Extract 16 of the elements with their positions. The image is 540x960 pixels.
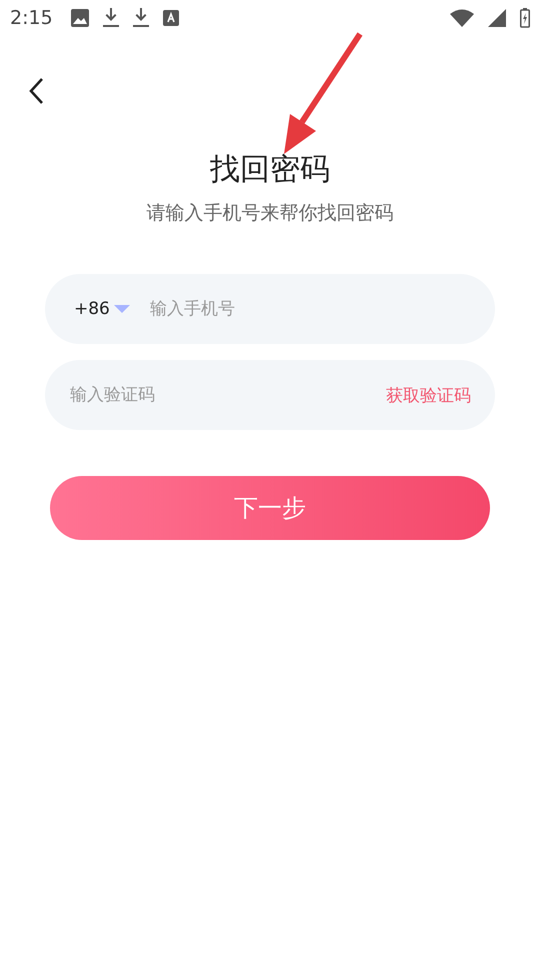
code-field[interactable]: 输入验证码 获取验证码 — [45, 360, 495, 430]
wifi-icon — [450, 9, 474, 27]
caret-icon — [114, 304, 130, 314]
status-time: 2:15 — [10, 7, 53, 29]
font-icon — [162, 10, 179, 26]
download-icon — [102, 8, 119, 28]
page-title: 找回密码 — [209, 151, 331, 189]
phone-field[interactable]: +86 输入手机号 — [45, 274, 495, 344]
country-code-dropdown[interactable]: +86 — [74, 299, 130, 319]
page-subtitle: 请输入手机号来帮你找回密码 — [146, 201, 394, 226]
next-button[interactable]: 下一步 — [50, 476, 490, 540]
signal-icon — [488, 9, 506, 27]
image-icon — [70, 9, 89, 27]
get-code-link[interactable]: 获取验证码 — [386, 384, 471, 406]
battery-icon — [520, 8, 530, 28]
download-icon — [132, 8, 149, 28]
